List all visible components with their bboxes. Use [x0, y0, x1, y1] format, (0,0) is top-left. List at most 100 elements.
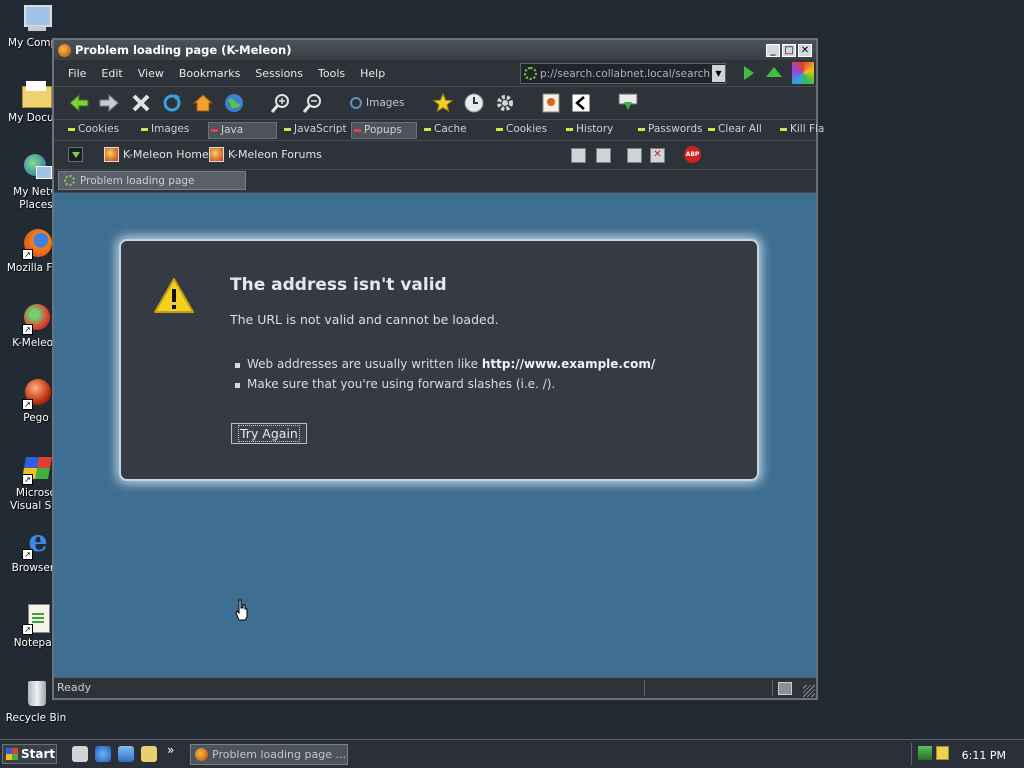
menu-help[interactable]: Help — [360, 67, 385, 80]
show-desktop-icon[interactable] — [72, 746, 88, 762]
status-text: Ready — [57, 681, 92, 694]
network-tray-icon[interactable] — [918, 746, 932, 760]
privacy-toolbar: Cookies Images Java JavaScript Popups Ca… — [54, 120, 824, 141]
error-suggestions: Web addresses are usually written like h… — [233, 357, 655, 397]
bookmark-label: K-Meleon Forums — [228, 148, 322, 161]
url-field[interactable]: p://search.collabnet.local/search ▼ — [520, 63, 726, 84]
page-content: The address isn't valid The URL is not v… — [54, 193, 816, 678]
menu-edit[interactable]: Edit — [101, 67, 122, 80]
view-source-icon[interactable] — [570, 92, 592, 114]
menu-sessions[interactable]: Sessions — [255, 67, 303, 80]
add-bookmark-icon[interactable] — [571, 148, 586, 163]
menu-tools[interactable]: Tools — [318, 67, 345, 80]
maximize-button[interactable]: □ — [782, 43, 796, 57]
notepad-icon: ↗ — [20, 603, 52, 635]
list-item: Make sure that you're using forward slas… — [233, 377, 655, 391]
shortcut-arrow-icon: ↗ — [22, 324, 33, 335]
k-meleon-icon — [195, 748, 208, 761]
quicklaunch-overflow-button[interactable]: » — [167, 743, 174, 757]
taskbar-item-k-meleon[interactable]: Problem loading page ... — [190, 744, 348, 765]
up-button[interactable] — [766, 67, 782, 77]
shortcut-arrow-icon: ↗ — [22, 399, 33, 410]
try-again-label: Try Again — [238, 425, 300, 442]
home-icon[interactable] — [192, 92, 214, 114]
adblock-icon[interactable]: ABP — [684, 146, 701, 163]
internet-explorer-icon[interactable] — [95, 746, 111, 762]
network-icon — [20, 152, 52, 184]
toggle-cookies[interactable]: Cookies — [66, 122, 119, 137]
folder-icon — [20, 78, 52, 110]
search-folder-icon[interactable] — [141, 746, 157, 762]
kill-flash-button[interactable]: Kill Fla — [778, 122, 824, 137]
download-arrow-icon[interactable] — [68, 147, 83, 162]
example-url: http://www.example.com/ — [481, 357, 656, 371]
bookmark-k-meleon-home[interactable]: K-Meleon Home — [104, 147, 209, 162]
shortcut-arrow-icon: ↗ — [22, 624, 33, 635]
resize-grip-icon[interactable] — [803, 685, 815, 697]
toggle-javascript[interactable]: JavaScript — [282, 122, 347, 137]
browser-window: Problem loading page (K-Meleon) _ □ ✕ Fi… — [52, 38, 824, 700]
outlook-icon[interactable] — [118, 746, 134, 762]
warning-icon — [154, 278, 194, 313]
go-button[interactable] — [744, 66, 754, 80]
forward-arrow-icon[interactable] — [98, 92, 120, 114]
stop-icon[interactable] — [130, 92, 152, 114]
start-label: Start — [21, 747, 56, 761]
zoom-out-icon[interactable] — [302, 92, 324, 114]
bookmark-k-meleon-forums[interactable]: K-Meleon Forums — [209, 147, 322, 162]
security-tray-icon[interactable] — [936, 746, 949, 760]
status-bar: Ready — [54, 677, 816, 698]
status-divider — [644, 680, 645, 696]
shortcut-arrow-icon: ↗ — [22, 249, 33, 260]
toggle-passwords[interactable]: Passwords — [636, 122, 703, 137]
toggle-popups[interactable]: Popups — [351, 122, 417, 139]
star-icon[interactable] — [432, 92, 454, 114]
menu-file[interactable]: File — [68, 67, 86, 80]
toggle-images[interactable]: Images — [139, 122, 189, 137]
close-button[interactable]: ✕ — [798, 43, 812, 57]
url-dropdown-button[interactable]: ▼ — [712, 65, 725, 82]
tab-problem-loading-page[interactable]: Problem loading page — [58, 171, 246, 190]
history-clock-icon[interactable] — [463, 92, 485, 114]
minimize-button[interactable]: _ — [766, 43, 780, 57]
download-icon[interactable] — [617, 92, 639, 114]
zoom-in-icon[interactable] — [270, 92, 292, 114]
toggle-java[interactable]: Java — [208, 122, 277, 139]
pego-icon: ↗ — [20, 378, 52, 410]
try-again-button[interactable]: Try Again — [231, 423, 307, 444]
windows-logo-icon — [6, 748, 18, 760]
suggestion-text: Make sure that you're using forward slas… — [247, 377, 556, 391]
close-tab-icon[interactable]: ✕ — [650, 148, 665, 163]
suggestion-text: Web addresses are usually written like — [247, 357, 482, 371]
toggle-history[interactable]: History — [564, 122, 613, 137]
images-toggle-button[interactable]: Images — [350, 97, 404, 109]
clear-all-button[interactable]: Clear All — [706, 122, 762, 137]
taskbar: Start » Problem loading page ... 6:11 PM — [0, 739, 1024, 768]
menu-bookmarks[interactable]: Bookmarks — [179, 67, 240, 80]
clock[interactable]: 6:11 PM — [962, 749, 1006, 762]
bookmarks-toolbar: K-Meleon Home K-Meleon Forums ✕ ABP — [54, 141, 816, 170]
globe-icon[interactable] — [223, 92, 245, 114]
shortcut-arrow-icon: ↗ — [22, 474, 33, 485]
loading-icon — [64, 175, 75, 186]
gear-icon[interactable] — [494, 92, 516, 114]
url-text: p://search.collabnet.local/search — [540, 67, 711, 80]
internet-explorer-icon: e ↗ — [20, 527, 52, 560]
menu-bar: File Edit View Bookmarks Sessions Tools … — [54, 60, 816, 87]
edit-bookmarks-icon[interactable] — [596, 148, 611, 163]
toggle-cookies-clear[interactable]: Cookies — [494, 122, 547, 137]
start-button[interactable]: Start — [2, 744, 57, 764]
menu-view[interactable]: View — [138, 67, 164, 80]
reload-icon[interactable] — [161, 92, 183, 114]
page-info-icon[interactable] — [540, 92, 562, 114]
bookmark-icon — [209, 147, 224, 162]
security-icon — [778, 682, 792, 695]
loading-icon — [524, 67, 537, 80]
title-bar[interactable]: Problem loading page (K-Meleon) _ □ ✕ — [54, 40, 816, 60]
visual-studio-icon: ↗ — [20, 453, 52, 485]
new-tab-icon[interactable] — [627, 148, 642, 163]
toggle-cache[interactable]: Cache — [422, 122, 467, 137]
back-arrow-icon[interactable] — [68, 92, 90, 114]
images-toggle-label: Images — [366, 97, 405, 109]
error-description: The URL is not valid and cannot be loade… — [230, 312, 499, 327]
